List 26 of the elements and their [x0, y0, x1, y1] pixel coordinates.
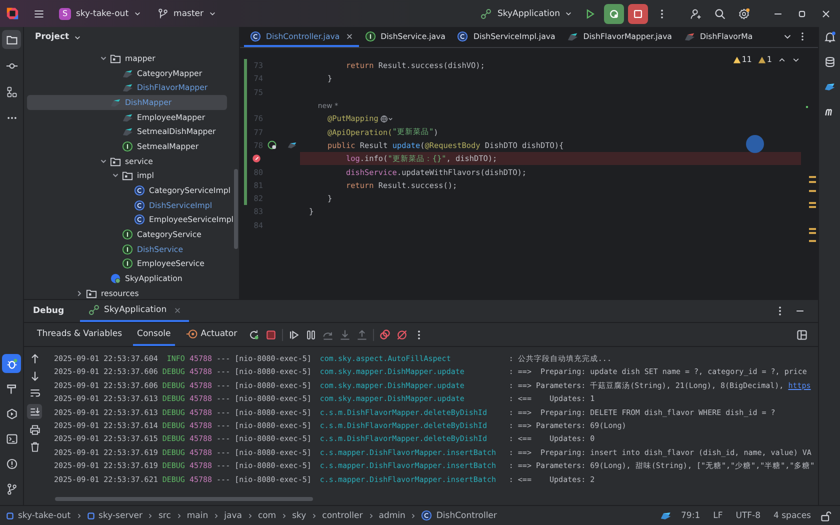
breadcrumb[interactable]: controller [322, 510, 363, 520]
debug-tab[interactable]: Threads & Variables [33, 323, 126, 346]
breadcrumb[interactable]: sky-server [86, 510, 142, 520]
recent-projects-dropdown[interactable]: S sky-take-out [55, 4, 145, 24]
panel-title: Debug [33, 306, 64, 316]
run-configuration-selector[interactable]: SkyApplication [476, 4, 576, 24]
breadcrumb[interactable]: com [258, 510, 276, 520]
debug-tab[interactable]: Actuator [182, 323, 242, 346]
view-mode-dropdown[interactable]: Project [33, 30, 84, 44]
weak-warning-count[interactable]: 1 [758, 55, 772, 64]
indent-setting[interactable]: 4 spaces [770, 510, 815, 520]
breadcrumb[interactable]: admin [378, 510, 406, 520]
breadcrumb[interactable]: src [158, 510, 171, 520]
file-encoding[interactable]: UTF-8 [732, 510, 765, 520]
breadcrumb[interactable]: java [224, 510, 242, 520]
project-badge: S [59, 8, 71, 20]
debug-tab[interactable]: Console [133, 323, 175, 346]
line-separator[interactable]: LF [709, 510, 727, 520]
caret-position[interactable]: 79:1 [677, 510, 704, 520]
breadcrumb[interactable]: main [186, 510, 208, 520]
breadcrumb[interactable]: sky [292, 510, 306, 520]
breadcrumb[interactable]: sky-take-out [6, 510, 71, 520]
session-tab[interactable]: SkyApplication [80, 300, 189, 322]
branch-selector[interactable]: master [152, 4, 220, 24]
breadcrumb[interactable]: DishController [421, 510, 497, 521]
warning-count[interactable]: 11 [732, 55, 752, 64]
